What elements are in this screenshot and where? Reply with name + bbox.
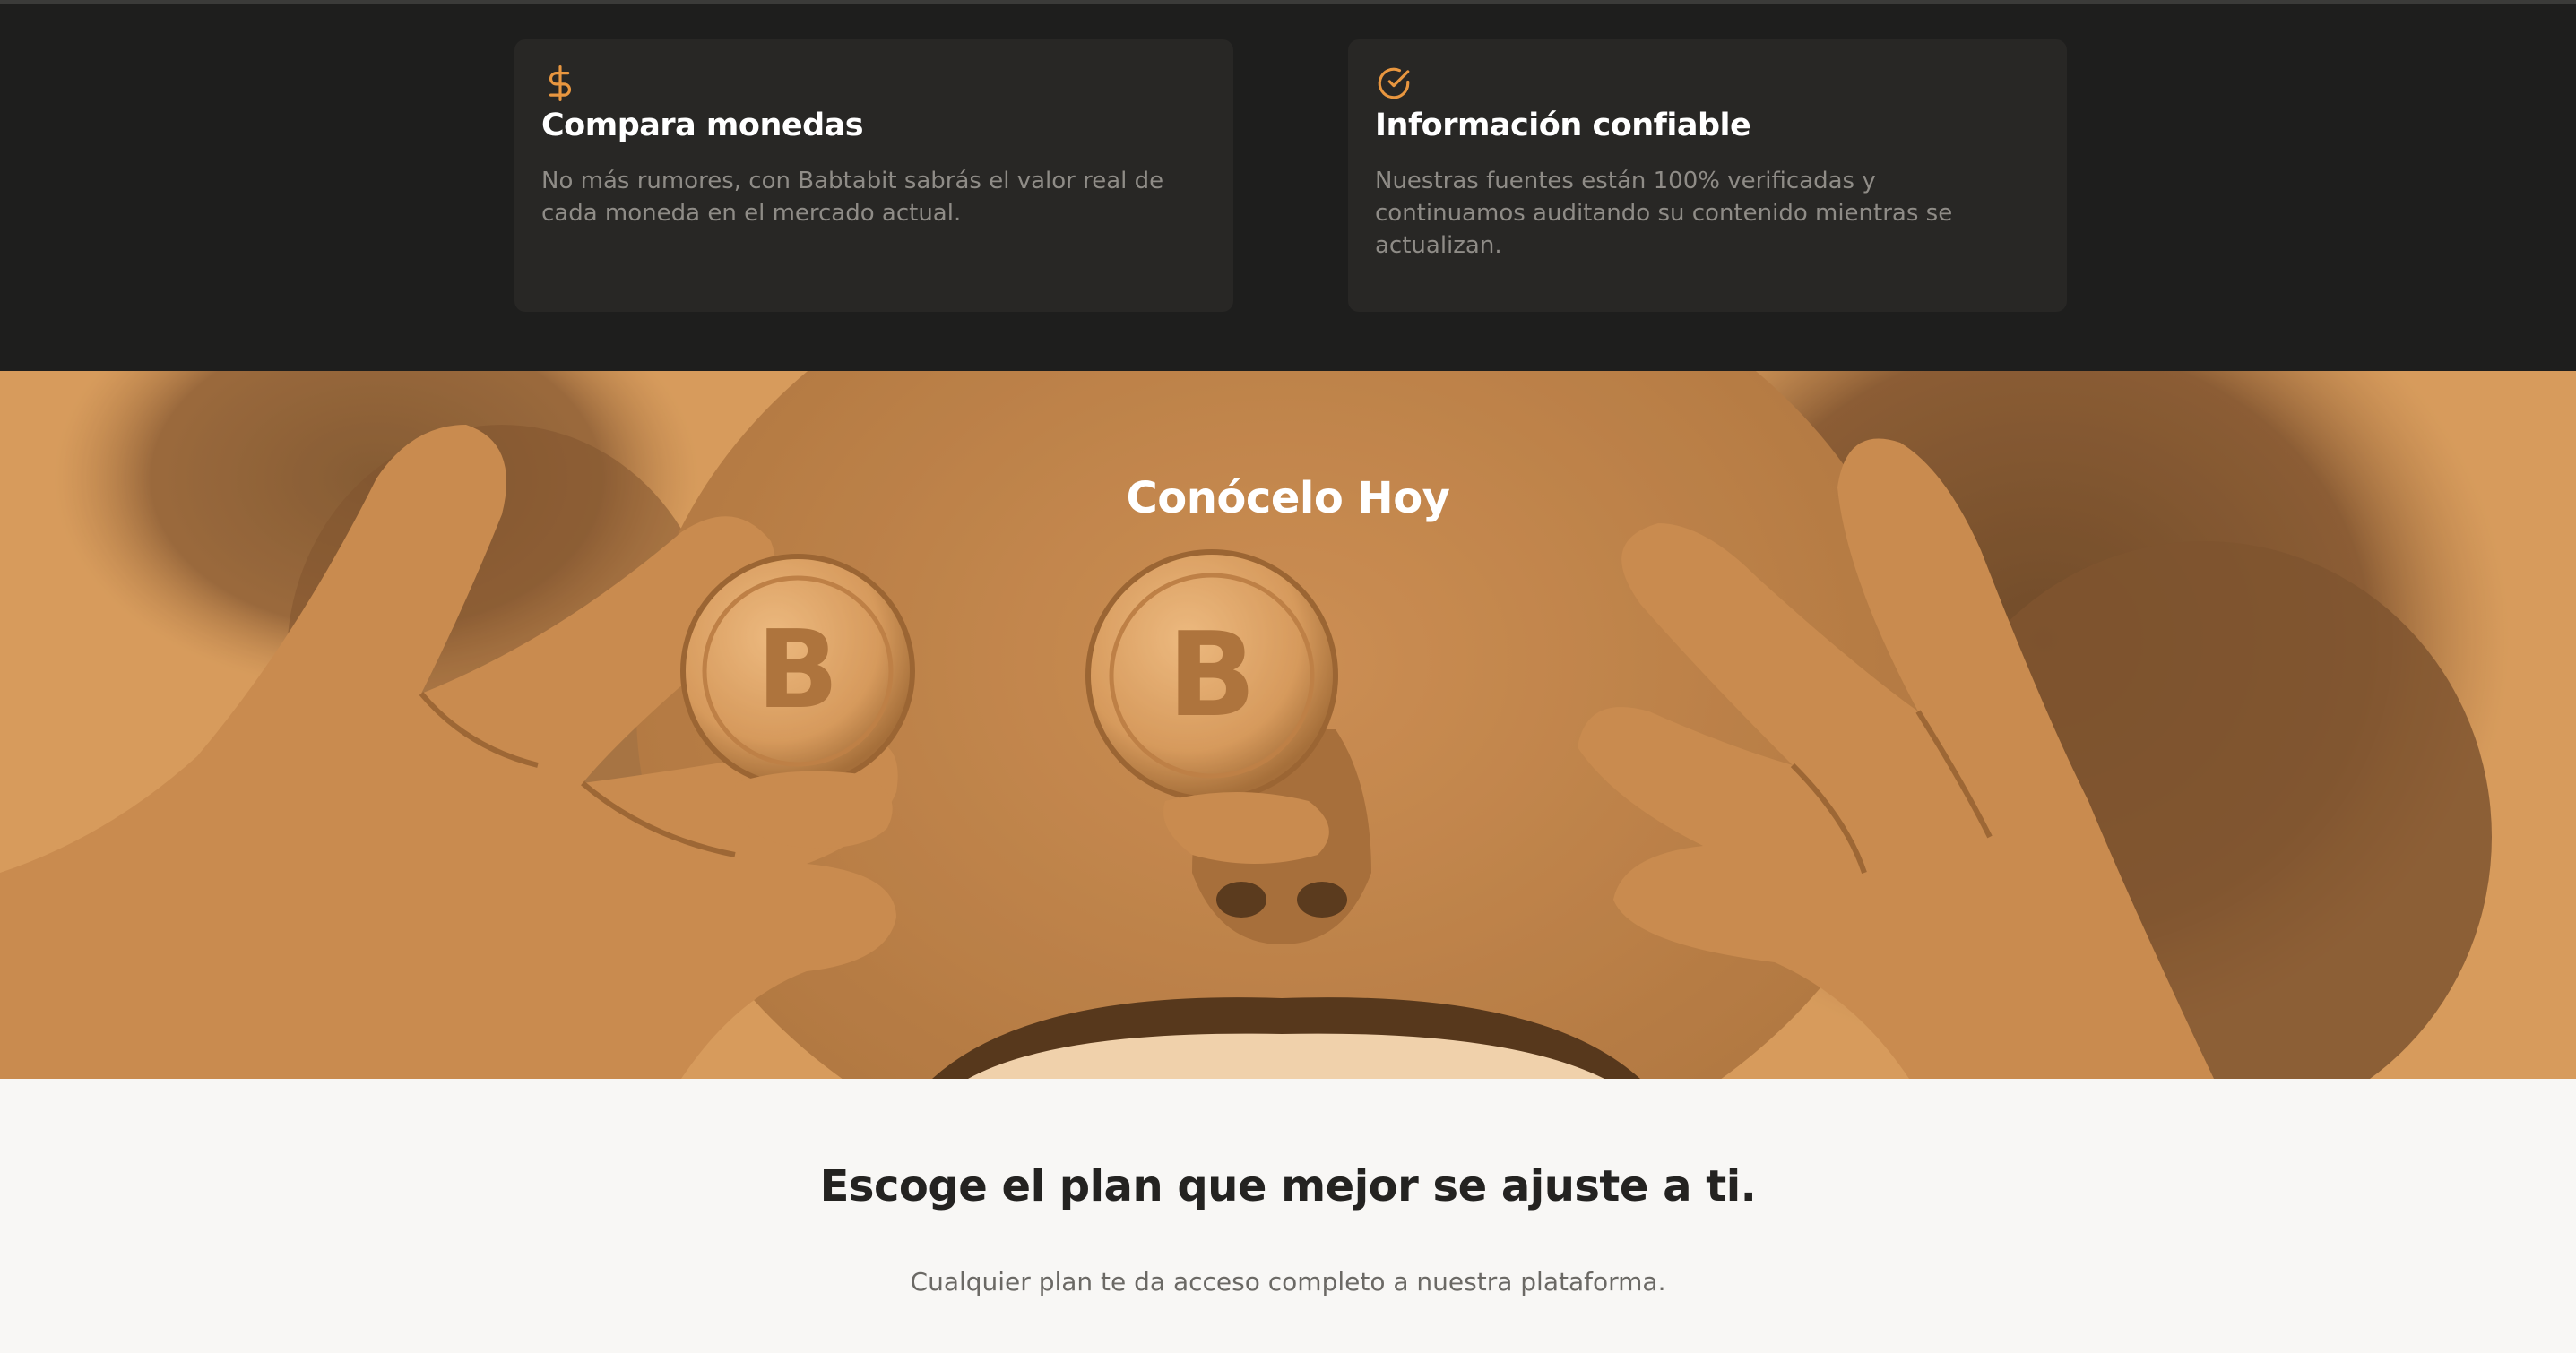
check-circle-icon <box>1378 67 1410 99</box>
feature-description: No más rumores, con Babtabit sabrás el v… <box>541 168 1164 227</box>
dollar-icon <box>549 65 572 101</box>
plans-heading: Escoge el plan que mejor se ajuste a ti. <box>819 1161 1757 1211</box>
feature-card-reliable: Información confiable Nuestras fuentes e… <box>1348 39 2067 312</box>
plans-subheading: Cualquier plan te da acceso completo a n… <box>910 1267 1666 1297</box>
feature-card-compare: Compara monedas No más rumores, con Babt… <box>514 39 1233 312</box>
feature-title: Información confiable <box>1375 108 1751 143</box>
hero-banner: B B Conócelo Hoy <box>0 371 2576 1079</box>
feature-title: Compara monedas <box>541 108 864 143</box>
features-section: Compara monedas No más rumores, con Babt… <box>0 0 2576 371</box>
plans-section: Escoge el plan que mejor se ajuste a ti.… <box>0 1079 2576 1353</box>
feature-description: Nuestras fuentes están 100% verificadas … <box>1375 168 1953 259</box>
hero-title: Conócelo Hoy <box>1126 473 1450 523</box>
